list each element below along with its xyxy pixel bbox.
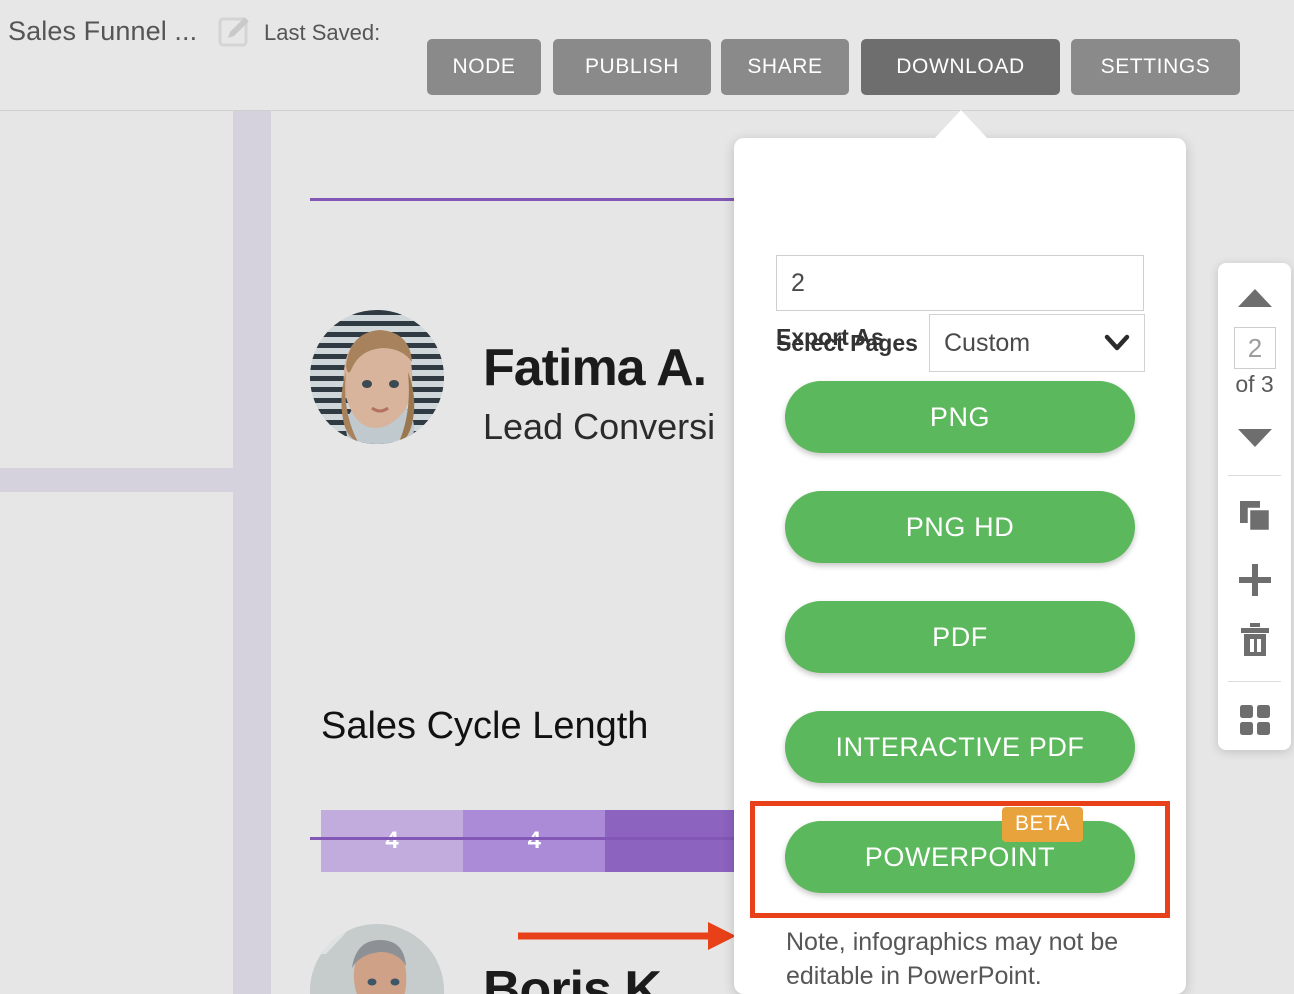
page-total-label: of 3 xyxy=(1235,371,1274,397)
share-button[interactable]: SHARE xyxy=(721,39,849,95)
grid-view-icon xyxy=(1239,704,1271,741)
grid-view-button[interactable] xyxy=(1218,699,1291,745)
canvas-page-left-top[interactable]: W11 W12 xyxy=(0,110,233,468)
trash-icon xyxy=(1239,622,1271,662)
powerpoint-note: Note, infographics may not be editable i… xyxy=(786,928,1119,990)
duplicate-page-icon xyxy=(1238,499,1272,538)
download-dropdown-panel: Select Pages Custom Export As PNG PNG HD… xyxy=(734,138,1186,994)
dropdown-caret-icon xyxy=(934,110,988,139)
add-page-button[interactable] xyxy=(1218,559,1291,605)
rail-divider-bottom xyxy=(1228,681,1281,682)
select-pages-value: Custom xyxy=(944,329,1031,357)
document-title[interactable]: Sales Funnel ... xyxy=(8,16,197,47)
publish-button[interactable]: PUBLISH xyxy=(553,39,711,95)
chart-title-sales-cycle: Sales Cycle Length xyxy=(321,705,649,747)
delete-page-button[interactable] xyxy=(1218,619,1291,665)
page-down-button[interactable] xyxy=(1218,421,1291,459)
current-page-input[interactable]: 2 xyxy=(1234,327,1276,369)
avatar-fatima xyxy=(310,310,444,444)
triangle-up-icon xyxy=(1236,287,1274,314)
canvas-page-left-bottom[interactable]: GE LENGTH ES STAGES tunity s on average … xyxy=(0,492,233,994)
export-png-hd-button[interactable]: PNG HD xyxy=(785,491,1135,563)
export-png-button[interactable]: PNG xyxy=(785,381,1135,453)
duplicate-page-button[interactable] xyxy=(1218,495,1291,541)
triangle-down-icon xyxy=(1236,427,1274,454)
select-pages-dropdown[interactable]: Custom xyxy=(929,314,1145,372)
person-name-fatima: Fatima A. xyxy=(483,339,707,397)
download-button[interactable]: DOWNLOAD xyxy=(861,39,1060,95)
annotation-arrow-icon xyxy=(518,918,736,954)
custom-pages-input[interactable] xyxy=(776,255,1144,311)
node-button[interactable]: NODE xyxy=(427,39,541,95)
settings-button[interactable]: SETTINGS xyxy=(1071,39,1240,95)
sales-cycle-segment: 4 xyxy=(463,810,606,872)
sales-cycle-segment: 4 xyxy=(321,810,464,872)
beta-badge: BETA xyxy=(1002,807,1084,842)
top-toolbar: Sales Funnel ... Last Saved: NODE PUBLIS… xyxy=(0,0,1294,111)
page-navigation-rail: 2 of 3 xyxy=(1218,263,1291,750)
export-pdf-button[interactable]: PDF xyxy=(785,601,1135,673)
person-role-fatima: Lead Conversi xyxy=(483,406,716,447)
page-gutter-horizontal xyxy=(0,468,233,492)
chevron-down-icon xyxy=(1104,334,1130,357)
export-as-label: Export As xyxy=(776,324,884,350)
last-saved-label: Last Saved: xyxy=(264,20,381,45)
edit-pencil-icon[interactable] xyxy=(218,14,252,48)
avatar-boris xyxy=(310,924,444,994)
export-interactive-pdf-button[interactable]: INTERACTIVE PDF xyxy=(785,711,1135,783)
rail-divider-top xyxy=(1228,475,1281,476)
page-gutter-vertical xyxy=(233,110,271,994)
person-name-boris: Boris K. xyxy=(483,961,675,994)
page-up-button[interactable] xyxy=(1218,281,1291,319)
plus-icon xyxy=(1237,562,1273,603)
